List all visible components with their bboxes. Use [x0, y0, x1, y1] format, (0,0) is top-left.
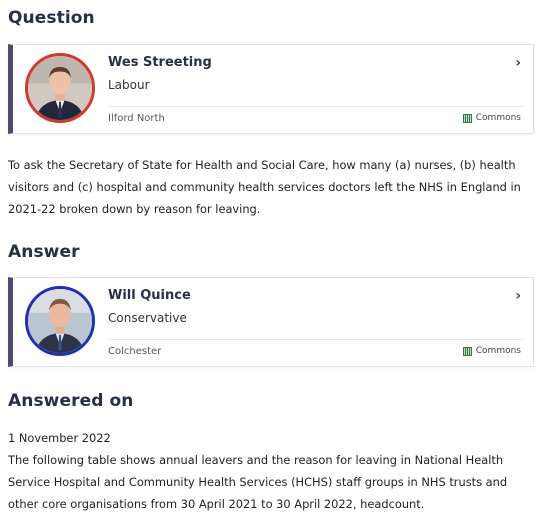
- member-constituency: Ilford North: [108, 113, 165, 124]
- member-avatar: [25, 53, 95, 123]
- member-name[interactable]: Will Quince: [108, 288, 191, 303]
- answered-on-heading: Answered on: [8, 391, 134, 411]
- house-label: Commons: [475, 346, 521, 356]
- member-photo: [28, 289, 92, 353]
- question-text: To ask the Secretary of State for Health…: [8, 158, 521, 216]
- answer-date: 1 November 2022: [8, 431, 111, 445]
- member-name[interactable]: Wes Streeting: [108, 55, 212, 70]
- member-photo: [28, 56, 92, 120]
- chevron-right-icon[interactable]: ›: [515, 55, 521, 71]
- house-badge: Commons: [462, 346, 521, 356]
- member-constituency: Colchester: [108, 346, 162, 357]
- house-label: Commons: [475, 113, 521, 123]
- answer-member-card[interactable]: Will Quince Conservative › Colchester Co…: [8, 277, 534, 367]
- member-party: Labour: [108, 78, 150, 92]
- portcullis-icon: [462, 346, 472, 356]
- answer-heading: Answer: [8, 242, 80, 262]
- answer-text: The following table shows annual leavers…: [8, 453, 508, 511]
- member-party: Conservative: [108, 311, 187, 325]
- question-heading: Question: [8, 8, 95, 28]
- member-avatar: [25, 286, 95, 356]
- chevron-right-icon[interactable]: ›: [515, 288, 521, 304]
- house-badge: Commons: [462, 113, 521, 123]
- portcullis-icon: [462, 113, 472, 123]
- card-divider: [108, 106, 523, 107]
- card-divider: [108, 339, 523, 340]
- question-member-card[interactable]: Wes Streeting Labour › Ilford North Comm…: [8, 44, 534, 134]
